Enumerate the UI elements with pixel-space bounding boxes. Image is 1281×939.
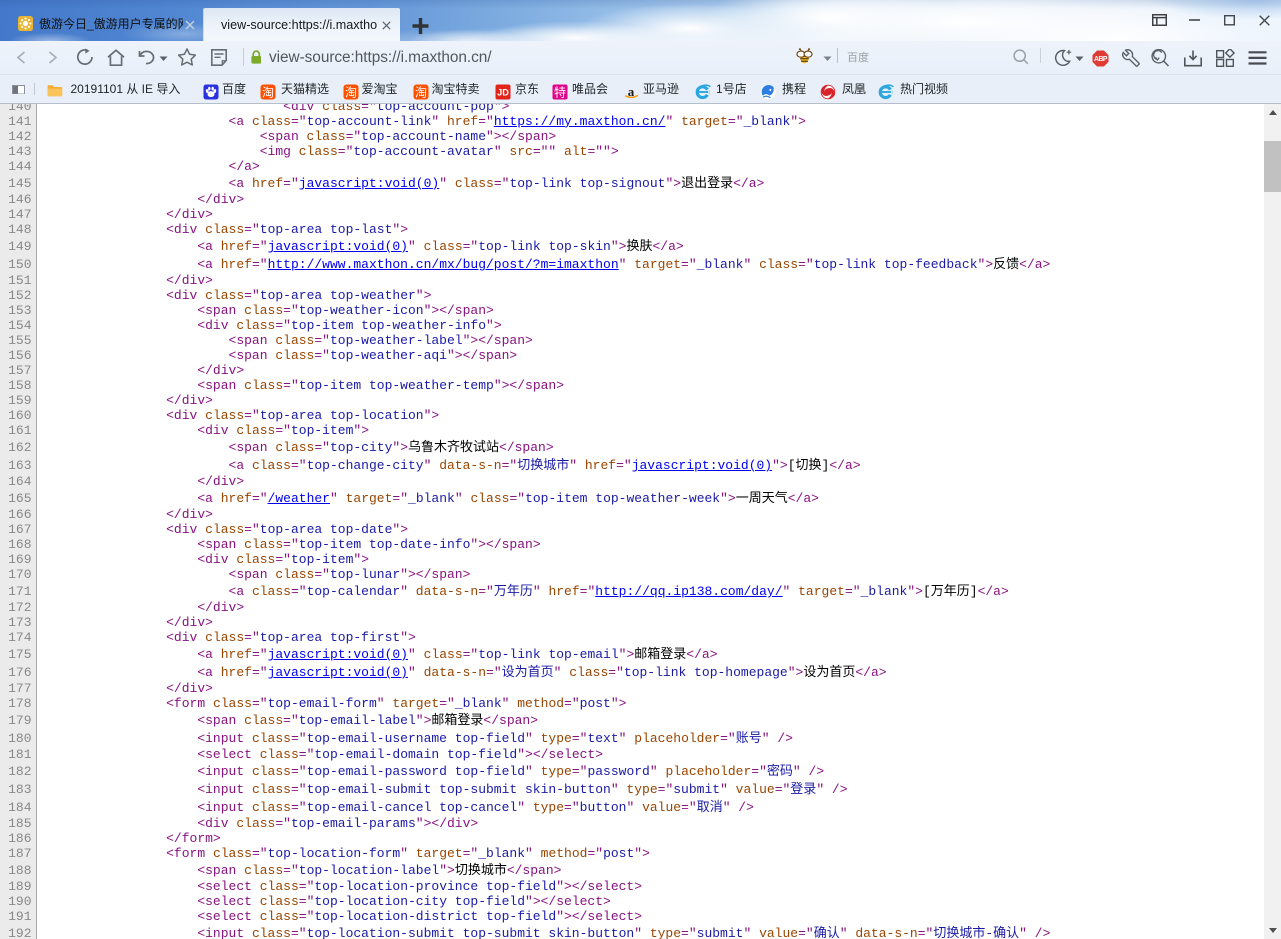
- svg-text:淘: 淘: [262, 86, 274, 100]
- svg-text:淘: 淘: [344, 86, 356, 100]
- svg-text:JD: JD: [497, 88, 509, 98]
- svg-text:特: 特: [553, 85, 565, 100]
- svg-text:ABP: ABP: [1093, 56, 1107, 63]
- svg-text:淘: 淘: [414, 86, 426, 100]
